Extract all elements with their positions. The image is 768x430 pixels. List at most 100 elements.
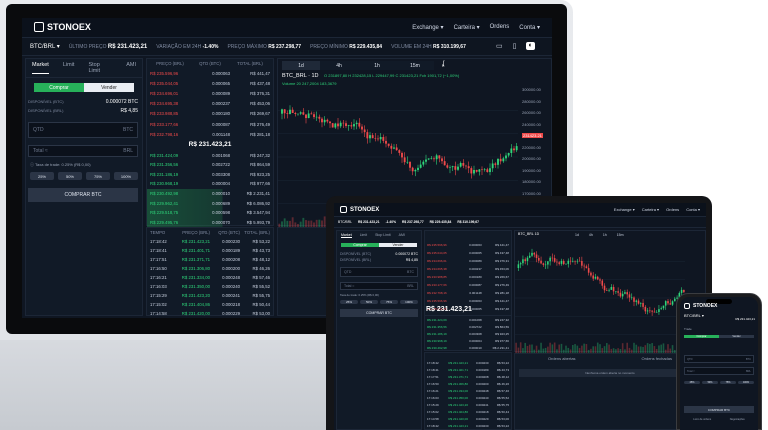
tf-1h[interactable]: 1h — [358, 61, 396, 70]
tablet-trade-row[interactable]: 17:15:29 R$ 231.423,20 0.000241 R$ 55,75 — [425, 401, 511, 408]
tab-closed-orders[interactable]: Ordens fechadas — [642, 356, 672, 361]
phone-buy-button[interactable]: COMPRAR BTC — [684, 406, 754, 413]
tablet-trade-row[interactable]: 17:14:58 R$ 231.420,00 0.000229 R$ 53,00 — [425, 415, 511, 422]
bid-row[interactable]: R$ 229.518,75 0.000598 R$ 3.547,94 — [147, 207, 273, 218]
layout-icon[interactable]: ▭ — [496, 42, 503, 50]
trade-row[interactable]: 17:16:21 R$ 231.334,00 0.000248 R$ 57,46 — [147, 273, 273, 282]
tablet-nav-orders[interactable]: Ordens — [666, 207, 679, 212]
trade-row[interactable]: 17:18:41 R$ 231.401,71 0.000189 R$ 43,73 — [147, 246, 273, 255]
phone-pct-50[interactable]: 50% — [702, 381, 718, 384]
tablet-tf-1d[interactable]: 1d — [575, 233, 579, 237]
phone-tab-trades[interactable]: Negociações — [730, 418, 745, 421]
phone-pct-100[interactable]: 100% — [738, 381, 754, 384]
tablet-candlestick-chart[interactable] — [515, 243, 685, 353]
pair-selector[interactable]: BTC/BRL ▾ — [30, 43, 60, 50]
pct-50-button[interactable]: 50% — [58, 172, 82, 180]
tablet-tab-ami[interactable]: AMI — [399, 233, 405, 238]
tablet-logo[interactable]: STONOEX — [340, 206, 379, 213]
tablet-buy-button[interactable]: COMPRAR BTC — [340, 309, 418, 317]
phone-pair[interactable]: BTC/BRL ▾ — [684, 313, 704, 318]
tablet-bid-row[interactable]: R$ 230.968,19 0.000004 R$ 977,66 — [425, 337, 511, 344]
tablet-sell-toggle[interactable]: Vender — [379, 243, 417, 247]
nav-exchange[interactable]: Exchange ▾ — [412, 24, 443, 31]
ask-row[interactable]: R$ 232.798,16 0.001148 R$ 281,18 — [147, 129, 273, 139]
tablet-pct-25[interactable]: 25% — [340, 300, 358, 304]
trade-row[interactable]: 17:16:03 R$ 231.350,00 0.000240 R$ 55,52 — [147, 282, 273, 291]
phone-pct-25[interactable]: 25% — [684, 381, 700, 384]
bid-row[interactable]: R$ 229.962,41 0.000689 R$ 6.086,92 — [147, 198, 273, 208]
tablet-pct-100[interactable]: 100% — [400, 300, 418, 304]
tablet-qty-input[interactable]: QTD BTC — [340, 267, 418, 277]
indicators-icon[interactable]: ʆ — [442, 61, 444, 70]
trade-row[interactable]: 17:15:02 R$ 231.404,86 0.000218 R$ 50,44 — [147, 300, 273, 309]
grid-icon[interactable]: ▯ — [513, 42, 517, 50]
tablet-trade-row[interactable]: 17:18:42 R$ 231.423,21 0.000230 R$ 53,22 — [425, 359, 511, 366]
phone-sell-toggle[interactable]: Vender — [719, 335, 754, 338]
tablet-nav-account[interactable]: Conta ▾ — [686, 207, 700, 212]
qty-input[interactable]: QTD BTC — [28, 122, 138, 138]
tablet-ask-row[interactable]: R$ 233.988,85 0.000180 R$ 269,67 — [425, 273, 511, 281]
tablet-ask-row[interactable]: R$ 233.177,66 0.000087 R$ 276,49 — [425, 281, 511, 289]
tab-ami[interactable]: AMI — [126, 62, 136, 74]
trade-row[interactable]: 17:18:42 R$ 231.423,21 0.000230 R$ 53,22 — [147, 237, 273, 246]
nav-wallet[interactable]: Carteira ▾ — [454, 24, 480, 31]
tablet-trade-row[interactable]: 17:16:50 R$ 231.306,80 0.000200 R$ 46,26 — [425, 380, 511, 387]
nav-account[interactable]: Conta ▾ — [519, 24, 540, 31]
bid-row[interactable]: R$ 231.186,19 0.003308 R$ 923,25 — [147, 170, 273, 180]
tablet-trade-row[interactable]: 17:18:42 R$ 231.423,21 0.000230 R$ 53,22 — [425, 422, 511, 429]
theme-toggle-icon[interactable]: ◐ — [526, 42, 535, 50]
tf-1d[interactable]: 1d — [282, 61, 320, 70]
tablet-tf-4h[interactable]: 4h — [589, 233, 593, 237]
tablet-trade-row[interactable]: 17:18:41 R$ 231.401,71 0.000189 R$ 43,73 — [425, 366, 511, 373]
tab-open-orders[interactable]: Ordens abertas — [548, 356, 576, 361]
tablet-buy-toggle[interactable]: Comprar — [341, 243, 379, 247]
tab-limit[interactable]: Limit — [63, 62, 75, 74]
tablet-pct-75[interactable]: 75% — [380, 300, 398, 304]
ask-row[interactable]: R$ 233.988,85 0.000180 R$ 269,67 — [147, 109, 273, 119]
tablet-trade-row[interactable]: 17:16:03 R$ 231.350,00 0.000240 R$ 55,52 — [425, 394, 511, 401]
tablet-nav-exchange[interactable]: Exchange ▾ — [614, 207, 635, 212]
ask-row[interactable]: R$ 235.596,96 0.000063 R$ 441,47 — [147, 68, 273, 78]
bid-row[interactable]: R$ 231.356,56 0.002722 R$ 864,59 — [147, 160, 273, 170]
nav-orders[interactable]: Ordens — [490, 24, 510, 31]
tablet-ask-row[interactable]: R$ 235.044,05 0.000065 R$ 437,48 — [425, 249, 511, 257]
phone-tab-orderbook[interactable]: Livro de ordens — [693, 418, 711, 421]
trade-row[interactable]: 17:17:51 R$ 231.371,71 0.000208 R$ 48,12 — [147, 255, 273, 264]
tablet-bid-row[interactable]: R$ 231.424,09 0.001068 R$ 247,32 — [425, 316, 511, 323]
phone-qty-input[interactable]: QTD BTC — [684, 355, 754, 363]
bid-row[interactable]: R$ 230.492,98 0.000010 R$ 2.231,41 — [147, 188, 273, 199]
ask-row[interactable]: R$ 234.696,01 0.000089 R$ 376,31 — [147, 88, 273, 98]
tablet-pct-50[interactable]: 50% — [360, 300, 378, 304]
tf-15m[interactable]: 15m — [396, 61, 434, 70]
ask-row[interactable]: R$ 235.044,05 0.000065 R$ 437,48 — [147, 78, 273, 88]
tablet-bid-row[interactable]: R$ 231.186,19 0.003308 R$ 923,25 — [425, 330, 511, 337]
phone-logo[interactable]: STONOEX — [684, 303, 717, 309]
tablet-tf-1h[interactable]: 1h — [603, 233, 607, 237]
pct-75-button[interactable]: 75% — [86, 172, 110, 180]
trade-row[interactable]: 17:14:58 R$ 231.420,00 0.000229 R$ 53,00 — [147, 309, 273, 318]
tablet-tab-limit[interactable]: Limit — [360, 233, 367, 238]
tablet-trade-row[interactable]: 17:16:21 R$ 231.334,00 0.000248 R$ 57,46 — [425, 387, 511, 394]
tablet-ask-row[interactable]: R$ 235.596,96 0.000063 R$ 441,47 — [425, 241, 511, 249]
total-input[interactable]: Total ≈ BRL — [28, 145, 138, 157]
tab-market[interactable]: Market — [32, 62, 49, 74]
phone-pct-75[interactable]: 75% — [720, 381, 736, 384]
ask-row[interactable]: R$ 234.695,38 0.000237 R$ 453,06 — [147, 99, 273, 109]
trade-row[interactable]: 17:16:50 R$ 231.306,80 0.000200 R$ 46,26 — [147, 264, 273, 273]
tablet-trade-row[interactable]: 17:15:02 R$ 231.404,86 0.000218 R$ 50,44 — [425, 408, 511, 415]
phone-total-input[interactable]: Total ≈ BRL — [684, 367, 754, 375]
tablet-ask-row[interactable]: R$ 235.596,96 0.000063 R$ 441,47 — [425, 297, 511, 305]
buy-toggle[interactable]: Comprar — [34, 83, 84, 92]
tablet-tab-stop[interactable]: Stop Limit — [375, 233, 391, 238]
pct-25-button[interactable]: 25% — [30, 172, 54, 180]
tablet-tab-market[interactable]: Market — [341, 233, 352, 238]
tablet-ask-row[interactable]: R$ 232.798,16 0.001148 R$ 281,18 — [425, 289, 511, 297]
tf-4h[interactable]: 4h — [320, 61, 358, 70]
pct-100-button[interactable]: 100% — [114, 172, 138, 180]
tab-stop-limit[interactable]: Stop Limit — [88, 62, 112, 74]
phone-buy-toggle[interactable]: Comprar — [684, 335, 719, 338]
tablet-nav-wallet[interactable]: Carteira ▾ — [642, 207, 659, 212]
tablet-bid-row[interactable]: R$ 230.492,98 0.000010 R$ 2.231,41 — [425, 344, 511, 351]
tablet-pair[interactable]: BTC/BRL — [338, 220, 352, 224]
trade-row[interactable]: 17:15:29 R$ 231.423,20 0.000241 R$ 55,75 — [147, 291, 273, 300]
